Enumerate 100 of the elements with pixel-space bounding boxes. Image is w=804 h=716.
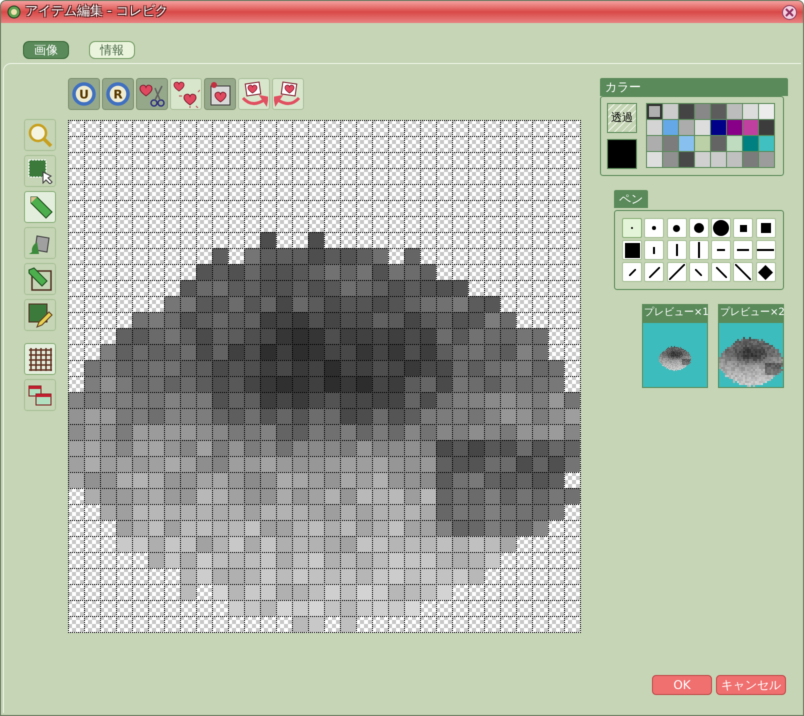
- window-title: アイテム編集 - コレビク: [25, 3, 168, 22]
- tool-button[interactable]: [24, 263, 56, 295]
- pen-button[interactable]: [733, 262, 754, 282]
- pen-button[interactable]: [666, 218, 687, 238]
- color-swatch[interactable]: [727, 152, 742, 167]
- pixel-canvas[interactable]: [68, 120, 581, 633]
- app-icon: [7, 5, 21, 19]
- color-swatch[interactable]: [727, 120, 742, 135]
- toolbar-button[interactable]: [238, 78, 270, 110]
- tool-button[interactable]: [24, 379, 56, 411]
- color-swatch[interactable]: [679, 152, 694, 167]
- pen-shape-icon: [698, 242, 700, 258]
- color-swatch[interactable]: [663, 104, 678, 119]
- pen-button[interactable]: [666, 262, 687, 282]
- preview-label: プレビュー×1: [642, 304, 708, 322]
- color-swatch[interactable]: [759, 120, 774, 135]
- color-swatch[interactable]: [647, 152, 662, 167]
- pen-button[interactable]: [733, 218, 754, 238]
- pen-shape-icon: [652, 226, 656, 230]
- color-swatch[interactable]: [663, 152, 678, 167]
- color-swatch[interactable]: [711, 136, 726, 151]
- dialog-button[interactable]: キャンセル: [716, 675, 786, 695]
- color-swatch[interactable]: [727, 104, 742, 119]
- preview-label: プレビュー×2: [718, 304, 784, 322]
- pen-shape-icon: [676, 244, 678, 256]
- tab[interactable]: 情報: [89, 41, 135, 59]
- color-swatch[interactable]: [679, 104, 694, 119]
- pen-shape-icon: [740, 224, 747, 232]
- tool-button[interactable]: [24, 299, 56, 331]
- color-swatch[interactable]: [647, 104, 662, 119]
- pen-shape-icon: [760, 223, 771, 233]
- pen-button[interactable]: [688, 218, 709, 238]
- pen-button[interactable]: [688, 262, 709, 282]
- eyedropper-frame-icon: [27, 302, 53, 328]
- pen-button[interactable]: [711, 262, 732, 282]
- color-swatch[interactable]: [647, 136, 662, 151]
- toolbar-button[interactable]: [170, 78, 202, 110]
- transparent-button[interactable]: 透過: [607, 103, 637, 133]
- pen-shape-icon: [695, 268, 702, 276]
- pen-shape-icon: [716, 266, 727, 278]
- color-swatch[interactable]: [743, 104, 758, 119]
- tab[interactable]: 画像: [23, 41, 69, 59]
- color-swatch[interactable]: [711, 104, 726, 119]
- color-swatch[interactable]: [695, 152, 710, 167]
- panel-label: ペン: [614, 190, 648, 208]
- color-swatch[interactable]: [711, 120, 726, 135]
- toolbar-button[interactable]: [272, 78, 304, 110]
- pen-button[interactable]: [733, 240, 754, 260]
- pen-shape-icon: [624, 242, 640, 258]
- color-swatch[interactable]: [743, 152, 758, 167]
- dialog-button[interactable]: OK: [652, 675, 712, 695]
- selection-icon: [27, 158, 53, 184]
- pen-button[interactable]: [622, 240, 642, 260]
- pen-button[interactable]: [644, 240, 664, 260]
- color-swatch[interactable]: [759, 152, 774, 167]
- heart-card-arrow-icon: [240, 80, 268, 108]
- color-swatch[interactable]: [695, 136, 710, 151]
- color-swatch[interactable]: [663, 136, 678, 151]
- magnifier-icon: [27, 122, 53, 148]
- color-swatch[interactable]: [679, 136, 694, 151]
- color-swatch[interactable]: [711, 152, 726, 167]
- pencil-frame-icon: [27, 266, 53, 292]
- pen-shape-icon: [735, 264, 752, 280]
- tool-button[interactable]: [24, 155, 56, 187]
- grid-icon: [27, 346, 53, 372]
- pen-shape-icon: [758, 264, 774, 280]
- pen-shape-icon: [628, 268, 636, 276]
- hearts-sparkle-icon: [172, 80, 200, 108]
- color-swatch[interactable]: [743, 136, 758, 151]
- pen-shape-icon: [673, 224, 680, 232]
- pen-button[interactable]: [756, 240, 776, 260]
- color-swatch[interactable]: [743, 120, 758, 135]
- pen-button[interactable]: [644, 262, 664, 282]
- pen-shape-icon: [653, 246, 656, 254]
- color-swatch[interactable]: [679, 120, 694, 135]
- color-swatch[interactable]: [727, 136, 742, 151]
- pen-button[interactable]: [711, 240, 732, 260]
- color-swatch[interactable]: [695, 120, 710, 135]
- pen-button[interactable]: [756, 218, 776, 238]
- color-swatch[interactable]: [759, 104, 774, 119]
- color-swatch[interactable]: [759, 136, 774, 151]
- pen-button[interactable]: [644, 218, 664, 238]
- tool-button[interactable]: [24, 191, 56, 223]
- heart-card-arrow-icon: [274, 80, 302, 108]
- close-button[interactable]: [782, 4, 797, 20]
- color-swatch[interactable]: [647, 120, 662, 135]
- color-swatch[interactable]: [695, 104, 710, 119]
- panel-label: カラー: [600, 78, 788, 96]
- pen-shape-icon: [648, 266, 660, 278]
- tool-button[interactable]: [24, 343, 56, 375]
- pen-button[interactable]: [688, 240, 709, 260]
- tool-button[interactable]: [24, 227, 56, 259]
- pen-button[interactable]: [711, 218, 732, 238]
- pen-shape-icon: [694, 223, 704, 233]
- pen-button[interactable]: [756, 262, 776, 282]
- pen-button[interactable]: [666, 240, 687, 260]
- pen-shape-icon: [713, 220, 730, 236]
- pen-shape-icon: [668, 264, 685, 280]
- color-swatch[interactable]: [663, 120, 678, 135]
- pen-button[interactable]: [622, 262, 642, 282]
